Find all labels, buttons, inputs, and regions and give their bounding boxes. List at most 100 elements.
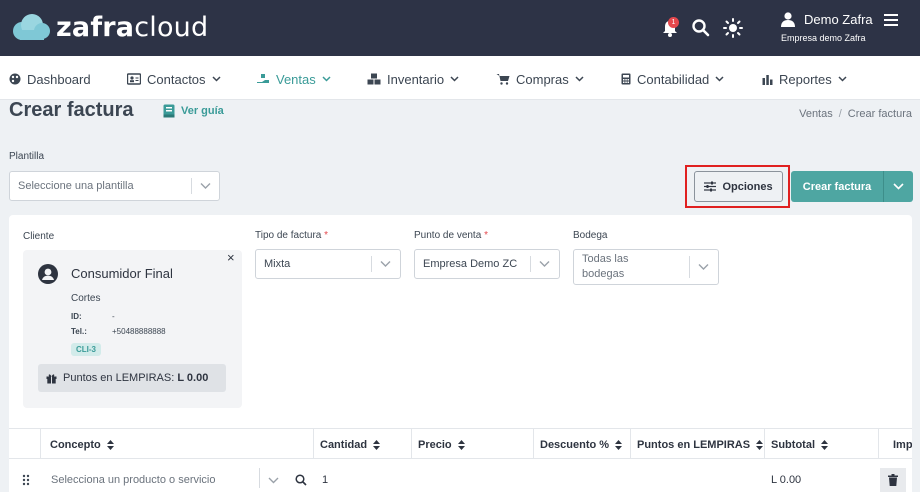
- search-icon[interactable]: [690, 17, 712, 39]
- logo[interactable]: zafracloud: [10, 12, 208, 43]
- client-tel-label: Tel.:: [71, 327, 87, 336]
- nav-item-ventas[interactable]: Ventas: [256, 70, 337, 88]
- breadcrumb-ventas[interactable]: Ventas: [799, 108, 833, 120]
- template-select[interactable]: Seleccione una plantilla: [9, 171, 220, 201]
- sort-icon: [457, 439, 465, 450]
- menu-icon[interactable]: [884, 14, 898, 29]
- breadcrumb-current: Crear factura: [847, 108, 912, 120]
- point-of-sale-label: Punto de venta *: [414, 230, 488, 241]
- nav-label: Inventario: [387, 71, 445, 87]
- options-label: Opciones: [722, 180, 773, 193]
- search-icon[interactable]: [295, 474, 307, 486]
- column-header-impuesto[interactable]: Imp: [893, 429, 912, 460]
- options-button[interactable]: Opciones: [694, 171, 783, 202]
- sort-icon: [821, 439, 828, 450]
- chevron-down-icon: [575, 76, 584, 82]
- chevron-down-icon: [893, 183, 904, 190]
- breadcrumb-separator: /: [838, 108, 842, 120]
- user-name: Demo Zafra: [804, 12, 873, 27]
- chevron-down-icon: [212, 76, 221, 82]
- template-label: Plantilla: [9, 151, 45, 162]
- guide-link[interactable]: Ver guía: [163, 104, 224, 118]
- create-invoice-button[interactable]: Crear factura: [791, 171, 883, 202]
- top-bar: zafracloud 1 Demo Zafra Empresa demo Zaf…: [0, 0, 920, 56]
- cloud-logo-icon: [13, 13, 50, 40]
- contacts-icon: [127, 73, 141, 85]
- palette-icon: [9, 73, 21, 85]
- nav-label: Contactos: [147, 71, 206, 87]
- drag-handle-icon[interactable]: [22, 474, 30, 486]
- points-label: Puntos en LEMPIRAS:: [63, 372, 175, 384]
- notification-badge: 1: [668, 17, 679, 28]
- chevron-down-icon: [838, 76, 847, 82]
- sort-icon: [373, 439, 381, 450]
- column-header-concepto[interactable]: Concepto: [50, 429, 114, 460]
- cart-icon: [496, 74, 510, 85]
- nav-label: Contabilidad: [637, 71, 710, 87]
- column-header-puntos[interactable]: Puntos en LEMPIRAS: [637, 429, 764, 460]
- client-points: Puntos en LEMPIRAS: L 0.00: [38, 364, 226, 392]
- chevron-down-icon: [322, 76, 331, 82]
- nav-label: Dashboard: [27, 71, 91, 87]
- create-invoice-dropdown-button[interactable]: [883, 171, 913, 202]
- column-header-cantidad[interactable]: Cantidad: [320, 429, 381, 460]
- book-icon: [163, 104, 175, 118]
- sliders-icon: [704, 181, 717, 192]
- nav-label: Ventas: [276, 71, 316, 87]
- column-header-descuento[interactable]: Descuento %: [540, 429, 623, 460]
- calculator-icon: [621, 73, 631, 85]
- table-header: Concepto Cantidad Precio Descuento % Pun…: [9, 428, 912, 459]
- sun-icon[interactable]: [722, 17, 744, 39]
- warehouse-label: Bodega: [573, 230, 608, 241]
- client-name: Consumidor Final: [71, 266, 173, 281]
- chevron-down-icon[interactable]: [268, 477, 279, 484]
- chevron-down-icon: [450, 76, 459, 82]
- user-icon: [781, 12, 795, 27]
- sort-icon: [615, 439, 623, 450]
- client-label: Cliente: [23, 231, 55, 242]
- boxes-icon: [367, 73, 381, 85]
- quantity-input[interactable]: 1: [322, 474, 328, 486]
- nav-item-compras[interactable]: Compras: [496, 70, 590, 88]
- company-name: Empresa demo Zafra: [781, 33, 866, 43]
- nav-item-contactos[interactable]: Contactos: [127, 70, 227, 88]
- chevron-down-icon: [380, 261, 391, 267]
- invoice-type-select[interactable]: Mixta: [255, 249, 401, 279]
- product-select[interactable]: Selecciona un producto o servicio: [51, 474, 215, 486]
- guide-label: Ver guía: [181, 105, 224, 117]
- point-of-sale-value: Empresa Demo ZC: [423, 258, 518, 270]
- warehouse-select[interactable]: Todas las bodegas: [573, 249, 719, 285]
- nav-label: Reportes: [779, 71, 832, 87]
- close-icon[interactable]: ×: [227, 250, 235, 265]
- page-title: Crear factura: [9, 99, 134, 121]
- delete-row-button[interactable]: [880, 468, 906, 492]
- invoice-type-value: Mixta: [264, 258, 291, 270]
- chevron-down-icon: [698, 264, 709, 270]
- point-of-sale-select[interactable]: Empresa Demo ZC: [414, 249, 560, 279]
- user-circle-icon: [38, 264, 58, 284]
- warehouse-value: Todas las bodegas: [582, 253, 629, 280]
- client-tel-value: +50488888888: [112, 327, 166, 336]
- chevron-down-icon: [715, 76, 724, 82]
- sort-icon: [756, 439, 764, 450]
- nav-item-contabilidad[interactable]: Contabilidad: [621, 70, 730, 88]
- client-id-value: -: [112, 312, 115, 321]
- logo-text: zafracloud: [56, 12, 209, 43]
- chart-icon: [762, 75, 773, 85]
- nav-item-inventario[interactable]: Inventario: [367, 70, 465, 88]
- nav-item-dashboard[interactable]: Dashboard: [9, 70, 91, 88]
- template-placeholder: Seleccione una plantilla: [18, 180, 134, 192]
- invoice-type-label: Tipo de factura *: [255, 230, 329, 241]
- breadcrumb: Ventas / Crear factura: [799, 108, 912, 120]
- points-value: L 0.00: [177, 372, 209, 384]
- column-header-subtotal[interactable]: Subtotal: [771, 429, 828, 460]
- column-header-precio[interactable]: Precio: [418, 429, 465, 460]
- main-nav: Dashboard Contactos Ventas Inventario Co…: [0, 56, 920, 100]
- nav-label: Compras: [516, 71, 569, 87]
- client-code-badge: CLI-3: [71, 343, 101, 356]
- client-id-label: ID:: [71, 312, 82, 321]
- nav-item-reportes[interactable]: Reportes: [762, 70, 853, 88]
- client-subtitle: Cortes: [71, 293, 101, 304]
- sales-icon: [257, 74, 269, 83]
- subtotal-value: L 0.00: [771, 474, 802, 486]
